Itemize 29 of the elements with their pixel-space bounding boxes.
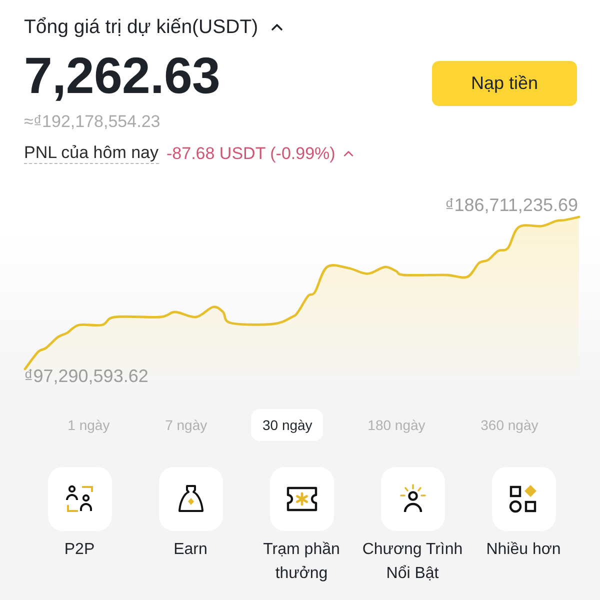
period-tab[interactable]: 30 ngày bbox=[251, 408, 324, 440]
period-tab[interactable]: 1 ngày bbox=[56, 408, 121, 440]
total-value-title: Tổng giá trị dự kiến(USDT) bbox=[24, 15, 258, 40]
min-value-label: ₫97,290,593.62 bbox=[24, 367, 148, 386]
shortcut-label: P2P bbox=[64, 540, 95, 560]
shortcut-label: Chương Trình Nổi Bật bbox=[361, 540, 464, 584]
shortcut-button[interactable] bbox=[48, 467, 112, 531]
shortcut-button[interactable] bbox=[158, 467, 222, 531]
approx-value: ≈₫192,178,554.23 bbox=[24, 111, 160, 132]
apps-grid-icon bbox=[508, 484, 538, 514]
period-tab[interactable]: 180 ngày bbox=[356, 408, 436, 440]
money-bag-icon bbox=[176, 484, 206, 514]
caret-up-icon[interactable] bbox=[271, 23, 284, 31]
period-tab[interactable]: 360 ngày bbox=[470, 408, 550, 440]
total-balance: 7,262.63 bbox=[24, 46, 220, 106]
ticket-star-icon bbox=[286, 486, 318, 512]
shortcut-button[interactable] bbox=[380, 467, 444, 531]
shortcut-label: Nhiều hơn bbox=[486, 540, 561, 560]
deposit-button[interactable]: Nạp tiền bbox=[432, 61, 577, 106]
two-people-icon bbox=[64, 484, 94, 514]
shortcut-button[interactable] bbox=[492, 467, 556, 531]
period-tab[interactable]: 7 ngày bbox=[154, 408, 218, 440]
pnl-label[interactable]: PNL của hôm nay bbox=[24, 142, 158, 164]
person-sun-icon bbox=[398, 484, 428, 514]
max-value-label: ₫186,711,235.69 bbox=[444, 196, 578, 215]
shortcut-label: Trạm phần thưởng bbox=[262, 540, 341, 584]
pnl-value: -87.68 USDT (-0.99%) bbox=[166, 142, 336, 164]
shortcut-label: Earn bbox=[174, 540, 208, 560]
shortcut-button[interactable] bbox=[270, 467, 334, 531]
